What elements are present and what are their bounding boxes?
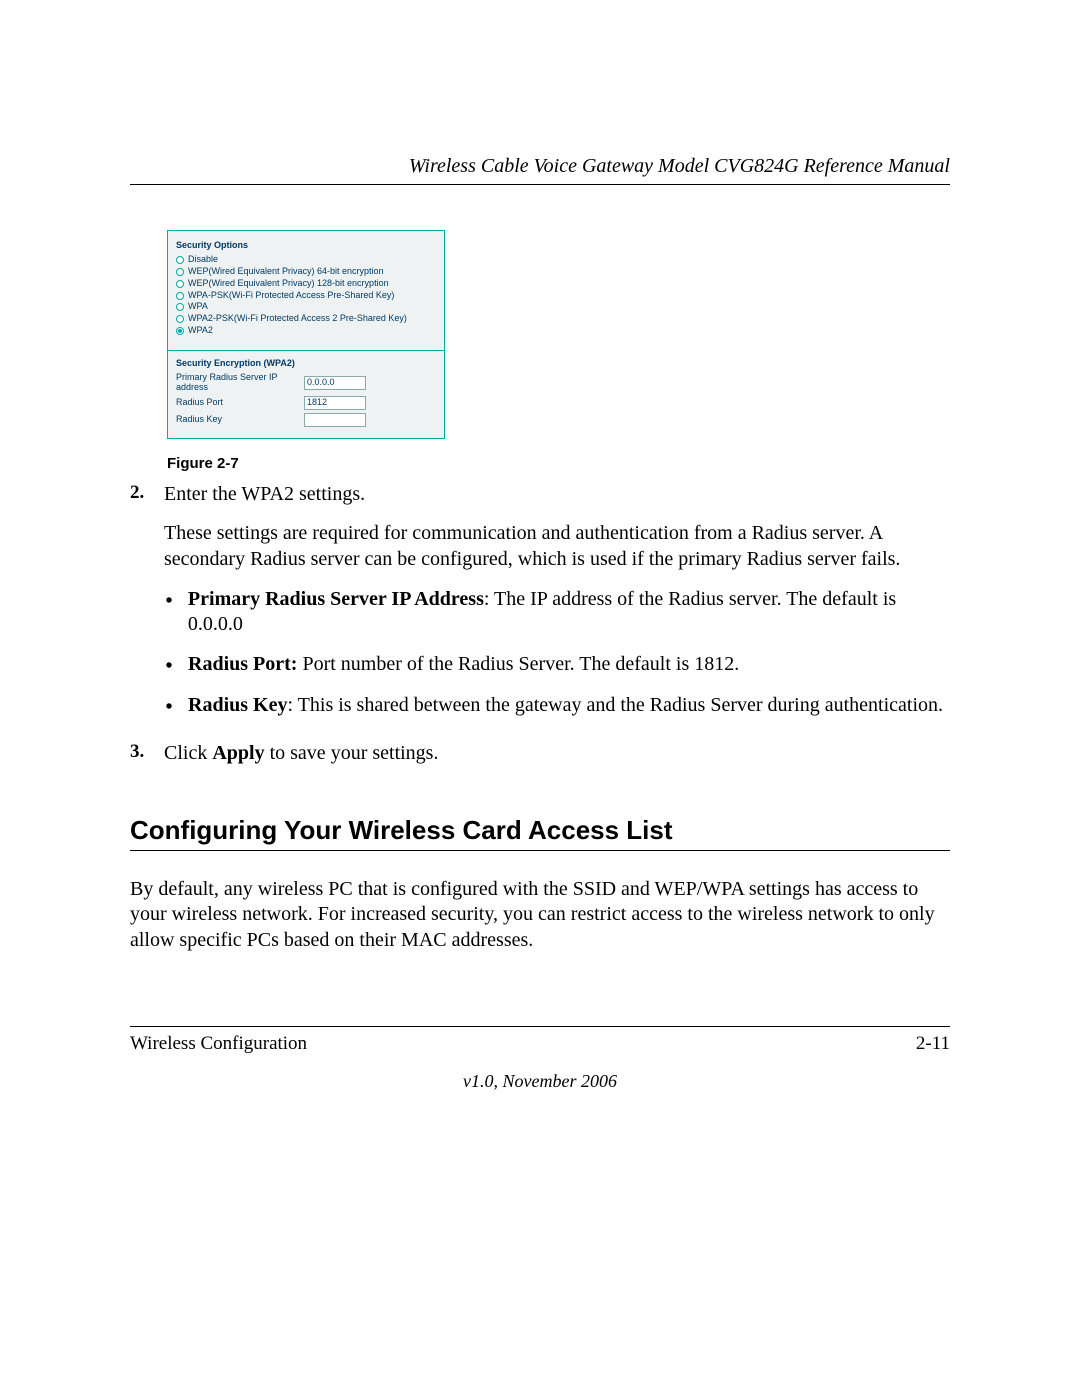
radius-key-input[interactable] (304, 413, 366, 427)
panel-separator (168, 350, 444, 351)
primary-radius-ip-input[interactable]: 0.0.0.0 (304, 376, 366, 390)
option-label: WPA2-PSK(Wi-Fi Protected Access 2 Pre-Sh… (188, 314, 407, 324)
step-2-line-2: These settings are required for communic… (164, 521, 950, 572)
step-2-line-1: Enter the WPA2 settings. (164, 482, 950, 508)
option-wpa[interactable]: WPA (176, 302, 436, 312)
field-label: Primary Radius Server IP address (176, 373, 304, 393)
step-number: 2. (130, 482, 152, 735)
bullet-dot-icon: • (164, 695, 174, 721)
radio-icon (176, 256, 184, 264)
bullet-text: Radius Port: Port number of the Radius S… (188, 652, 739, 680)
footer-page-number: 2-11 (916, 1033, 950, 1055)
footer-left: Wireless Configuration (130, 1033, 307, 1055)
radio-icon (176, 292, 184, 300)
radio-icon (176, 268, 184, 276)
security-options-heading: Security Options (176, 241, 436, 251)
bullet-radius-key: • Radius Key: This is shared between the… (164, 693, 950, 721)
section-rule (130, 850, 950, 851)
option-label: WPA (188, 302, 208, 312)
radio-icon (176, 303, 184, 311)
bullet-text: Radius Key: This is shared between the g… (188, 693, 943, 721)
section-paragraph: By default, any wireless PC that is conf… (130, 877, 950, 954)
radio-icon (176, 280, 184, 288)
radio-icon (176, 315, 184, 323)
option-wep-64[interactable]: WEP(Wired Equivalent Privacy) 64-bit enc… (176, 267, 436, 277)
running-header: Wireless Cable Voice Gateway Model CVG82… (130, 155, 950, 178)
security-options-panel: Security Options Disable WEP(Wired Equiv… (167, 230, 445, 439)
row-primary-radius-ip: Primary Radius Server IP address 0.0.0.0 (176, 373, 436, 393)
option-disable[interactable]: Disable (176, 255, 436, 265)
radius-port-input[interactable]: 1812 (304, 396, 366, 410)
bullet-radius-port: • Radius Port: Port number of the Radius… (164, 652, 950, 680)
bullet-text: Primary Radius Server IP Address: The IP… (188, 587, 950, 638)
option-label: WPA2 (188, 326, 213, 336)
option-wpa2[interactable]: WPA2 (176, 326, 436, 336)
step-3-text: Click Apply to save your settings. (164, 741, 950, 767)
bullet-dot-icon: • (164, 589, 174, 638)
option-wpa-psk[interactable]: WPA-PSK(Wi-Fi Protected Access Pre-Share… (176, 291, 436, 301)
option-wpa2-psk[interactable]: WPA2-PSK(Wi-Fi Protected Access 2 Pre-Sh… (176, 314, 436, 324)
field-label: Radius Key (176, 415, 304, 425)
option-label: WEP(Wired Equivalent Privacy) 128-bit en… (188, 279, 389, 289)
option-wep-128[interactable]: WEP(Wired Equivalent Privacy) 128-bit en… (176, 279, 436, 289)
security-encryption-heading: Security Encryption (WPA2) (176, 359, 436, 369)
option-label: Disable (188, 255, 218, 265)
footer-version: v1.0, November 2006 (130, 1071, 950, 1092)
footer-rule (130, 1026, 950, 1027)
field-label: Radius Port (176, 398, 304, 408)
bullet-dot-icon: • (164, 654, 174, 680)
bullet-primary-radius: • Primary Radius Server IP Address: The … (164, 587, 950, 638)
section-heading: Configuring Your Wireless Card Access Li… (130, 815, 950, 846)
step-3: 3. Click Apply to save your settings. (130, 741, 950, 781)
option-label: WEP(Wired Equivalent Privacy) 64-bit enc… (188, 267, 384, 277)
row-radius-port: Radius Port 1812 (176, 396, 436, 410)
step-number: 3. (130, 741, 152, 781)
header-rule (130, 184, 950, 185)
row-radius-key: Radius Key (176, 413, 436, 427)
step-2: 2. Enter the WPA2 settings. These settin… (130, 482, 950, 735)
radio-icon (176, 327, 184, 335)
figure-caption: Figure 2-7 (167, 455, 950, 472)
option-label: WPA-PSK(Wi-Fi Protected Access Pre-Share… (188, 291, 394, 301)
